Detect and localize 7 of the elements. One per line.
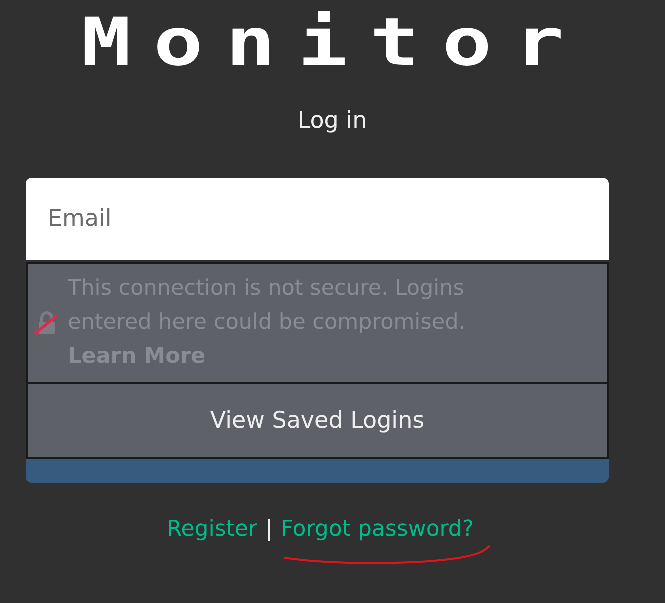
forgot-password-link[interactable]: Forgot password? xyxy=(280,517,474,542)
insecure-lock-icon xyxy=(34,310,60,336)
email-field[interactable]: Email xyxy=(26,178,609,260)
logo-text: Monitor xyxy=(82,8,588,78)
link-separator: | xyxy=(266,517,273,542)
page-heading: Log in xyxy=(298,108,368,134)
register-link[interactable]: Register xyxy=(166,517,258,542)
